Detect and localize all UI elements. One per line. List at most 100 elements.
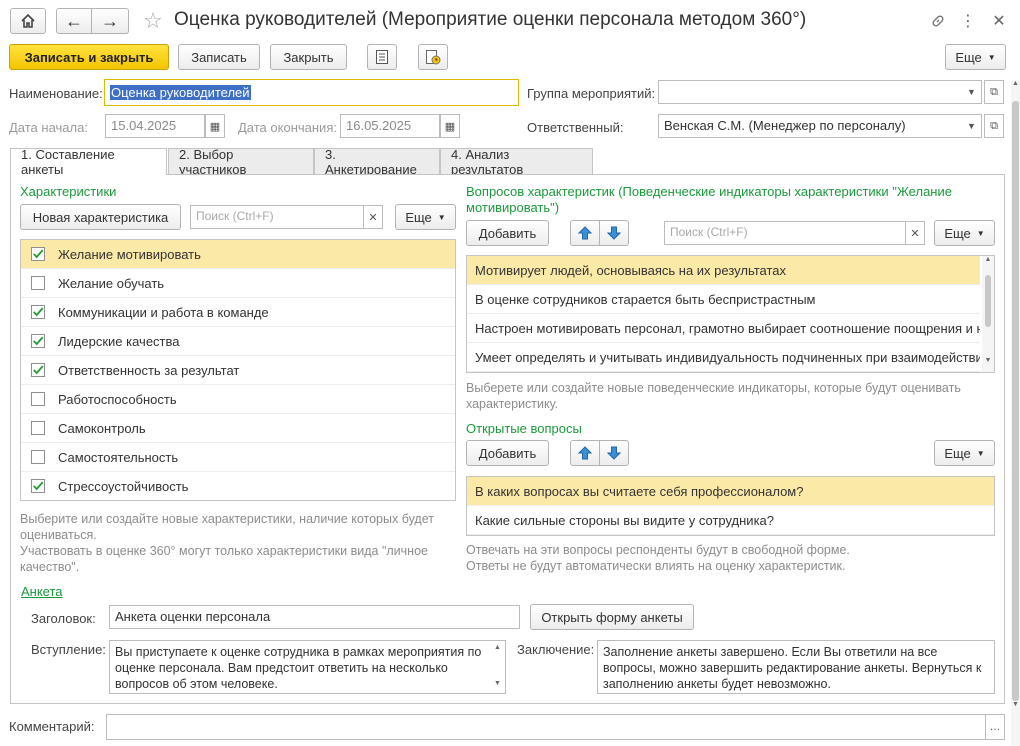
open-questions-title: Открытые вопросы: [466, 421, 582, 436]
indicator-row[interactable]: В оценке сотрудников старается быть бесп…: [467, 285, 980, 314]
new-characteristic-button[interactable]: Новая характеристика: [20, 204, 181, 230]
characteristic-row[interactable]: Коммуникации и работа в команде: [21, 298, 455, 327]
open-form-icon: ⧉: [990, 119, 998, 132]
open-questions-move-down-button[interactable]: [599, 440, 629, 466]
characteristic-label: Лидерские качества: [58, 333, 180, 349]
caret-down-icon: ▼: [967, 121, 976, 131]
group-open-button[interactable]: ⧉: [984, 80, 1004, 104]
survey-conclusion-label: Заключение:: [517, 642, 595, 657]
save-button[interactable]: Записать: [178, 44, 260, 70]
more-menu-button[interactable]: Еще ▼: [945, 44, 1006, 70]
survey-link[interactable]: Анкета: [21, 584, 63, 599]
more-label: Еще: [944, 445, 971, 461]
name-input[interactable]: Оценка руководителей: [104, 79, 519, 106]
scroll-up-icon[interactable]: ▲: [1011, 80, 1020, 87]
forward-button[interactable]: →: [91, 8, 129, 34]
indicator-row[interactable]: Мотивирует людей, основываясь на их резу…: [467, 256, 980, 285]
characteristic-checkbox[interactable]: [31, 276, 45, 290]
group-input[interactable]: [658, 80, 963, 104]
save-and-close-button[interactable]: Записать и закрыть: [9, 44, 169, 70]
arrow-up-icon: [578, 226, 592, 240]
open-survey-form-button[interactable]: Открыть форму анкеты: [530, 604, 694, 630]
report-button[interactable]: [367, 44, 397, 70]
scroll-thumb[interactable]: [985, 275, 991, 327]
characteristic-checkbox[interactable]: [31, 479, 45, 493]
scroll-up-icon[interactable]: ▲: [982, 256, 994, 263]
tab-participants[interactable]: 2. Выбор участников: [168, 147, 314, 177]
open-question-row[interactable]: Какие сильные стороны вы видите у сотруд…: [467, 506, 994, 535]
characteristic-row[interactable]: Самостоятельность: [21, 443, 455, 472]
scroll-thumb[interactable]: [1012, 101, 1019, 701]
characteristics-list[interactable]: Желание мотивировать Желание обучать Комму…: [20, 239, 456, 501]
characteristic-checkbox[interactable]: [31, 450, 45, 464]
link-icon[interactable]: [927, 10, 949, 32]
survey-intro-textarea[interactable]: Вы приступаете к оценке сотрудника в рам…: [109, 640, 506, 694]
indicators-more-button[interactable]: Еще ▼: [934, 220, 995, 246]
characteristic-checkbox[interactable]: [31, 421, 45, 435]
indicators-list[interactable]: Мотивирует людей, основываясь на их резу…: [466, 255, 995, 373]
end-date-calendar-button[interactable]: ▦: [440, 114, 460, 138]
back-button[interactable]: ←: [56, 8, 92, 34]
start-date-calendar-button[interactable]: ▦: [205, 114, 225, 138]
responsible-label: Ответственный:: [527, 120, 624, 135]
open-question-row[interactable]: В каких вопросах вы считаете себя профес…: [467, 477, 994, 506]
more-label: Еще: [955, 49, 982, 65]
start-date-input[interactable]: 15.04.2025: [105, 114, 205, 138]
survey-heading-input[interactable]: Анкета оценки персонала: [109, 605, 520, 629]
characteristic-checkbox[interactable]: [31, 305, 45, 319]
group-dropdown-button[interactable]: ▼: [962, 80, 982, 104]
tab-analysis[interactable]: 4. Анализ результатов: [440, 147, 593, 177]
caret-down-icon: ▼: [437, 212, 446, 222]
home-icon: [21, 13, 35, 28]
textarea-scroll-up-icon[interactable]: ▲: [494, 644, 501, 651]
characteristic-checkbox[interactable]: [31, 363, 45, 377]
scroll-down-icon[interactable]: ▼: [982, 357, 994, 364]
comment-input[interactable]: [106, 714, 986, 740]
indicator-row[interactable]: Настроен мотивировать персонал, грамотно…: [467, 314, 980, 343]
responsible-dropdown-button[interactable]: ▼: [962, 114, 982, 138]
close-button[interactable]: Закрыть: [270, 44, 347, 70]
responsible-input[interactable]: Венская С.М. (Менеджер по персоналу): [658, 114, 963, 138]
responsible-open-button[interactable]: ⧉: [984, 114, 1004, 138]
textarea-scroll-down-icon[interactable]: ▼: [494, 680, 501, 687]
characteristics-search-clear-button[interactable]: ✕: [363, 205, 383, 229]
tab-survey[interactable]: 3. Анкетирование: [314, 147, 440, 177]
indicators-move-down-button[interactable]: [599, 220, 629, 246]
survey-conclusion-textarea[interactable]: Заполнение анкеты завершено. Если Вы отв…: [597, 640, 995, 694]
indicators-search-clear-button[interactable]: ✕: [905, 221, 925, 245]
open-questions-move-up-button[interactable]: [570, 440, 600, 466]
characteristic-row[interactable]: Желание обучать: [21, 269, 455, 298]
open-questions-add-button[interactable]: Добавить: [466, 440, 549, 466]
characteristic-checkbox[interactable]: [31, 334, 45, 348]
window-scrollbar[interactable]: ▲ ▼: [1011, 80, 1020, 746]
favorite-star-icon[interactable]: ☆: [140, 8, 166, 34]
characteristic-row[interactable]: Ответственность за результат: [21, 356, 455, 385]
end-date-input[interactable]: 16.05.2025: [340, 114, 440, 138]
characteristic-label: Самостоятельность: [58, 449, 179, 465]
tab-survey-composition[interactable]: 1. Составление анкеты: [10, 147, 167, 177]
characteristic-label: Стрессоустойчивость: [58, 478, 189, 494]
characteristic-checkbox[interactable]: [31, 247, 45, 261]
characteristics-search-input[interactable]: Поиск (Ctrl+F): [190, 205, 364, 229]
indicators-add-button[interactable]: Добавить: [466, 220, 549, 246]
characteristic-row[interactable]: Стрессоустойчивость: [21, 472, 455, 500]
open-questions-more-button[interactable]: Еще ▼: [934, 440, 995, 466]
comment-open-button[interactable]: …: [985, 714, 1005, 740]
characteristic-row[interactable]: Желание мотивировать: [21, 240, 455, 269]
close-icon[interactable]: ✕: [988, 10, 1010, 32]
indicators-search-input[interactable]: Поиск (Ctrl+F): [664, 221, 906, 245]
home-button[interactable]: [10, 8, 46, 34]
characteristic-checkbox[interactable]: [31, 392, 45, 406]
indicators-scrollbar[interactable]: ▲ ▼: [982, 256, 994, 372]
indicator-row[interactable]: Умеет определять и учитывать индивидуаль…: [467, 343, 980, 372]
characteristics-more-button[interactable]: Еще ▼: [395, 204, 456, 230]
open-questions-hint-1: Отвечать на эти вопросы респонденты буду…: [466, 543, 850, 557]
scroll-down-icon[interactable]: ▼: [1011, 701, 1020, 708]
more-vertical-icon[interactable]: ⋮: [958, 10, 978, 32]
characteristic-row[interactable]: Лидерские качества: [21, 327, 455, 356]
attachment-button[interactable]: [418, 44, 448, 70]
characteristic-row[interactable]: Самоконтроль: [21, 414, 455, 443]
indicators-move-up-button[interactable]: [570, 220, 600, 246]
open-questions-list[interactable]: В каких вопросах вы считаете себя профес…: [466, 476, 995, 536]
characteristic-row[interactable]: Работоспособность: [21, 385, 455, 414]
